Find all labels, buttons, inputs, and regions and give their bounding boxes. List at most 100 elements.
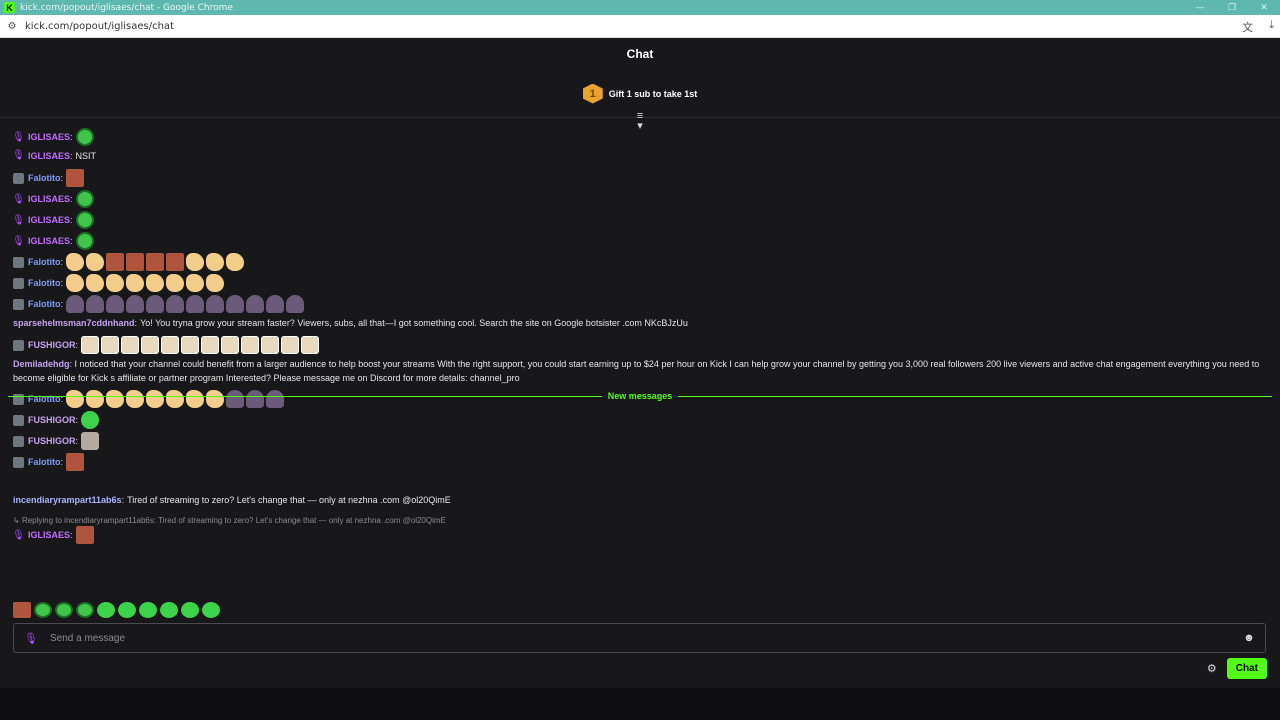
username[interactable]: Falotito [28,257,61,267]
emote[interactable] [161,336,180,354]
username[interactable]: incendiaryrampart11ab6s [13,495,122,505]
quick-emote[interactable] [118,602,136,618]
emote[interactable] [266,295,285,313]
emote[interactable] [221,336,240,354]
url-text[interactable]: kick.com/popout/iglisaes/chat [25,21,174,32]
emote[interactable] [146,274,165,292]
emote[interactable] [66,274,85,292]
emote[interactable] [146,295,165,313]
emote[interactable] [141,336,160,354]
username[interactable]: IGLISAES [28,215,70,225]
emote[interactable] [81,411,100,429]
subscriber-badge-icon [13,435,24,447]
message-text: Tired of streaming to zero? Let's change… [127,495,451,505]
emote[interactable] [75,128,94,146]
chat-message: 🎙 IGLISAES: [12,190,96,208]
translate-icon[interactable]: 文 [1242,19,1253,35]
quick-emote[interactable] [139,602,157,618]
chat-message: incendiaryrampart11ab6s: Tired of stream… [13,495,451,505]
username[interactable]: IGLISAES [28,151,70,161]
quick-emote[interactable] [55,602,73,618]
emote[interactable] [146,253,165,271]
emote[interactable] [101,336,120,354]
emote[interactable] [66,453,85,471]
message-input[interactable] [50,632,1243,644]
username[interactable]: IGLISAES [28,530,70,540]
emote[interactable] [126,253,145,271]
emote[interactable] [75,232,94,250]
emote[interactable] [186,253,205,271]
emote[interactable] [126,274,145,292]
emote[interactable] [206,295,225,313]
quick-emote-bar [13,602,222,618]
chat-message: Falotito: [13,453,86,471]
emote[interactable] [121,336,140,354]
site-settings-icon[interactable]: ⚙ [6,20,18,32]
send-chat-button[interactable]: Chat [1226,658,1267,679]
emote[interactable] [66,169,85,187]
username[interactable]: Falotito [28,278,61,288]
emote[interactable] [226,295,245,313]
username[interactable]: FUSHIGOR [28,415,76,425]
emote[interactable] [66,253,85,271]
emote[interactable] [75,211,94,229]
username[interactable]: IGLISAES [28,132,70,142]
emote[interactable] [75,190,94,208]
username[interactable]: Falotito [28,173,61,183]
emote[interactable] [166,274,185,292]
emote[interactable] [126,295,145,313]
emote[interactable] [81,336,100,354]
emote[interactable] [181,336,200,354]
username[interactable]: Demiladehdg [13,359,70,369]
emote[interactable] [75,526,94,544]
username[interactable]: FUSHIGOR [28,340,76,350]
username[interactable]: IGLISAES [28,194,70,204]
close-icon[interactable]: ✕ [1248,0,1280,15]
emote[interactable] [261,336,280,354]
settings-gear-icon[interactable]: ⚙ [1207,662,1217,675]
emote[interactable] [201,336,220,354]
emote[interactable] [226,253,245,271]
emote[interactable] [186,274,205,292]
emote[interactable] [286,295,305,313]
message-input-box[interactable]: 🎙 ☻ [13,623,1266,653]
emote[interactable] [66,295,85,313]
emoji-icon[interactable]: ☻ [1243,632,1255,644]
emote[interactable] [281,336,300,354]
mic-badge-icon: 🎙 [12,529,25,541]
emote[interactable] [206,253,225,271]
emote[interactable] [241,336,260,354]
emote[interactable] [206,274,225,292]
emote[interactable] [186,295,205,313]
download-icon[interactable]: ⤓ [1269,19,1274,35]
minimize-icon[interactable]: — [1184,0,1216,15]
quick-emote[interactable] [181,602,199,618]
quick-emote[interactable] [34,602,52,618]
username[interactable]: Falotito [28,457,61,467]
quick-emote[interactable] [160,602,178,618]
emote[interactable] [106,295,125,313]
kick-logo-icon: K [4,2,15,13]
username[interactable]: IGLISAES [28,236,70,246]
restore-icon[interactable]: ❐ [1216,0,1248,15]
emote[interactable] [86,295,105,313]
emote[interactable] [301,336,320,354]
emote[interactable] [166,295,185,313]
address-bar[interactable]: ⚙ kick.com/popout/iglisaes/chat 文 ⤓ [0,15,1280,38]
quick-emote[interactable] [13,602,31,618]
emote[interactable] [106,274,125,292]
quick-emote[interactable] [76,602,94,618]
emote[interactable] [106,253,125,271]
scroll-down-icon[interactable]: ≡ ▾ [634,111,646,132]
emote[interactable] [166,253,185,271]
username[interactable]: FUSHIGOR [28,436,76,446]
emote[interactable] [86,253,105,271]
username[interactable]: Falotito [28,299,61,309]
mic-badge-icon: 🎙 [12,150,25,161]
emote[interactable] [86,274,105,292]
emote[interactable] [246,295,265,313]
emote[interactable] [81,432,100,450]
quick-emote[interactable] [202,602,220,618]
username[interactable]: sparsehelmsman7cddnhand [13,318,135,328]
quick-emote[interactable] [97,602,115,618]
